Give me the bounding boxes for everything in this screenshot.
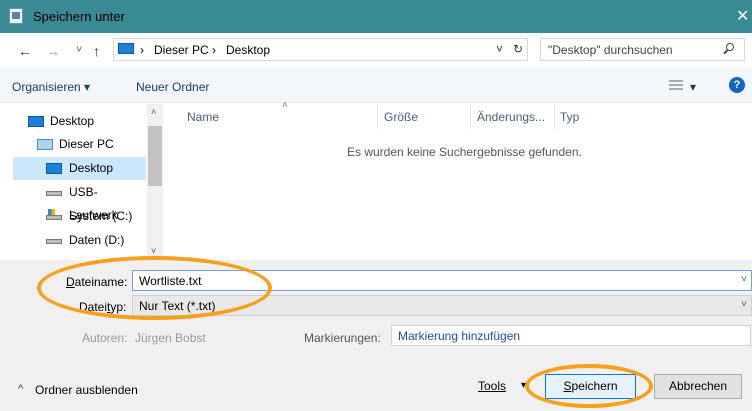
pc-icon [118,43,134,54]
tags-placeholder: Markierung hinzufügen [398,329,521,343]
cancel-button[interactable]: Abbrechen [654,374,742,399]
nav-item-dieser-pc[interactable]: Dieser PC [13,133,146,156]
nav-item-system-c[interactable]: System (C:) [13,205,146,228]
search-placeholder: "Desktop" durchsuchen [548,43,673,57]
sort-ascending-icon: ˄ [282,100,288,111]
column-divider[interactable] [554,104,555,129]
view-options-icon[interactable] [669,80,683,90]
nav-item-desktop-root[interactable]: Desktop [13,110,146,133]
window-title: Speichern unter [33,9,125,24]
app-icon [9,8,23,24]
usb-drive-icon [46,191,62,196]
up-arrow-icon[interactable]: ↑ [93,43,100,59]
column-divider[interactable] [377,104,378,129]
column-header-groesse[interactable]: Größe [384,110,418,124]
nav-scrollbar-thumb[interactable] [148,126,162,186]
drive-icon [46,239,62,244]
address-dropdown-icon[interactable]: ˅ [496,42,503,56]
chevron-down-icon[interactable]: ˅ [741,274,747,285]
new-folder-button[interactable]: Neuer Ordner [136,80,209,94]
forward-arrow-icon[interactable]: → [46,43,60,59]
help-icon[interactable]: ? [729,77,745,93]
breadcrumb-separator: › [212,43,216,57]
view-dropdown-icon[interactable]: ▾ [690,80,696,94]
nav-item-label: System (C:) [69,209,133,223]
column-header-aenderungsdatum[interactable]: Änderungs... [477,110,545,124]
chevron-down-icon[interactable]: ˅ [741,299,747,310]
highlight-ring-save-button [525,364,653,408]
organize-menu-button[interactable]: Organisieren ▾ [12,80,90,94]
authors-value[interactable]: Jürgen Bobst [135,331,206,345]
highlight-ring-filename-fields [37,256,272,320]
column-header-name[interactable]: Name [187,110,219,124]
tags-label: Markierungen: [304,331,381,345]
desktop-icon [46,163,62,174]
tools-label: Tools [478,379,507,393]
nav-item-label: Dieser PC [59,137,114,151]
nav-item-desktop[interactable]: Desktop [13,157,146,180]
pc-icon [37,139,53,150]
hide-folders-button[interactable]: Ordner ausblenden [35,383,138,397]
breadcrumb-separator: › [140,43,144,57]
nav-item-label: Daten (D:) [69,233,125,247]
nav-item-label: Desktop [69,161,114,175]
nav-item-daten-d[interactable]: Daten (D:) [13,229,146,252]
column-header-typ[interactable]: Typ [560,110,579,124]
chevron-up-icon[interactable]: ^ [18,383,23,395]
empty-results-message: Es wurden keine Suchergebnisse gefunden. [347,145,582,159]
scroll-down-icon[interactable]: ˅ [151,246,156,256]
authors-label: Autoren: [82,331,128,345]
desktop-icon [28,116,44,127]
nav-item-usb-laufwerk[interactable]: USB-Laufwerk [13,181,146,222]
tools-menu-button[interactable]: Tools [478,379,506,393]
close-icon[interactable]: ✕ [736,6,749,26]
tags-input[interactable]: Markierung hinzufügen [391,325,751,346]
breadcrumb-dieser-pc[interactable]: Dieser PC [154,43,209,57]
column-divider[interactable] [470,104,471,129]
nav-item-label: Desktop [50,114,95,128]
back-arrow-icon[interactable]: ← [18,43,32,59]
system-drive-icon [46,209,62,220]
search-icon[interactable] [726,43,734,51]
breadcrumb-desktop[interactable]: Desktop [226,43,270,57]
recent-locations-chevron-icon[interactable]: ˅ [76,44,82,56]
toolbar [0,67,752,103]
scroll-up-icon[interactable]: ˄ [151,107,156,117]
refresh-icon[interactable]: ↻ [513,42,523,56]
